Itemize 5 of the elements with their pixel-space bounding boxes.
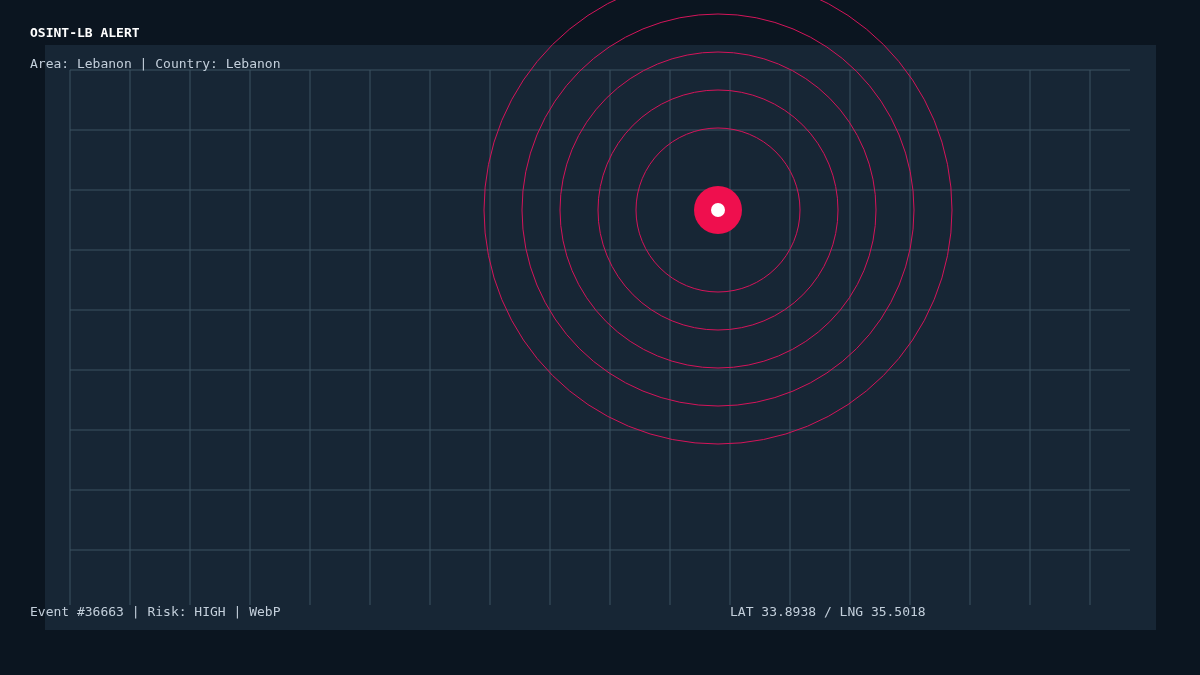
- coordinates-text: LAT 33.8938 / LNG 35.5018: [730, 604, 926, 619]
- alert-title: OSINT-LB ALERT: [30, 25, 140, 40]
- location-text: Area: Lebanon | Country: Lebanon: [30, 56, 281, 71]
- location-marker: [694, 186, 742, 234]
- event-info: Event #36663 | Risk: HIGH | WebP: [30, 604, 281, 619]
